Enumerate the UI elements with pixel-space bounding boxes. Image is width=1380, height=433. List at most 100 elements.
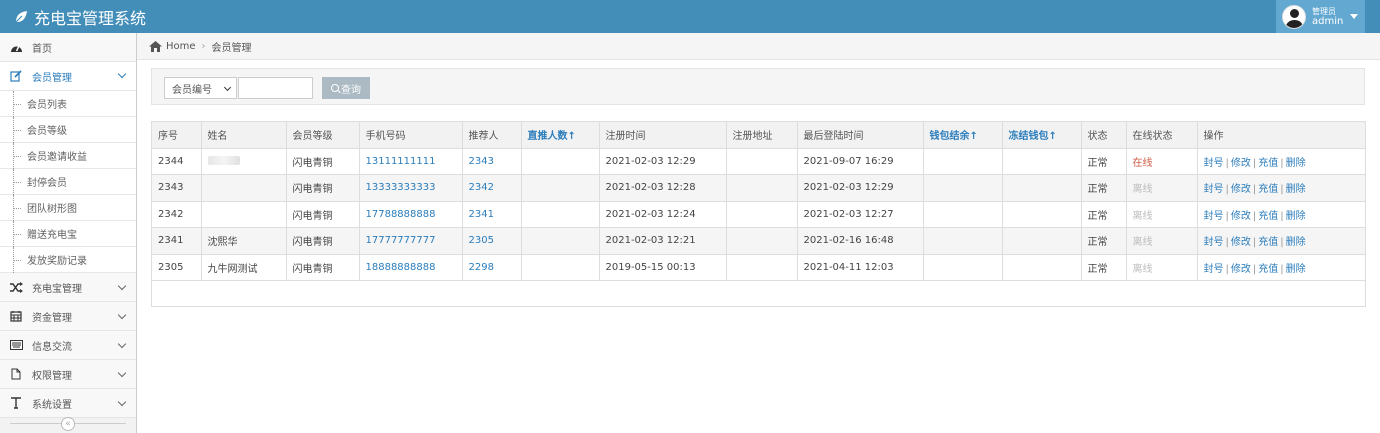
table-row: 2342 闪电青铜 17788888888 2341 2021-02-03 12…	[152, 201, 1365, 228]
double-chevron-left-icon[interactable]: «	[61, 417, 75, 431]
submenu-item-team-tree[interactable]: 团队树形图	[0, 195, 136, 221]
cell-online-status: 离线	[1126, 174, 1198, 202]
col-header-online-status: 在线状态	[1126, 122, 1198, 149]
app-title: 充电宝管理系统	[34, 8, 147, 28]
search-button[interactable]: 查询	[322, 77, 370, 99]
col-header-level: 会员等级	[286, 122, 360, 149]
cell-actions: 封号 | 修改 | 充值 | 删除	[1197, 174, 1365, 202]
edit-link[interactable]: 修改	[1231, 237, 1251, 248]
dashboard-icon	[9, 40, 23, 54]
breadcrumb-home[interactable]: Home	[166, 41, 196, 52]
submenu-item-invite-income[interactable]: 会员邀请收益	[0, 143, 136, 169]
col-header-frozen-wallet[interactable]: 冻结钱包↑	[1002, 122, 1082, 149]
cell-level: 闪电青铜	[286, 148, 360, 175]
cell-name: 沈熙华	[201, 227, 287, 255]
member-submenu: 会员列表 会员等级 会员邀请收益 封停会员 团队树形图 赠送充电宝 发放奖励记录	[0, 91, 136, 273]
col-header-direct-count[interactable]: 直推人数↑	[521, 122, 600, 149]
cell-phone-link[interactable]: 18888888888	[359, 254, 463, 281]
sidebar: 首页 会员管理 会员列表 会员等级 会员邀请收益 封停会员 团队树形图 赠送充电…	[0, 33, 137, 433]
cell-phone-link[interactable]: 13333333333	[359, 174, 463, 202]
edit-link[interactable]: 修改	[1231, 184, 1251, 195]
cell-phone-link[interactable]: 17777777777	[359, 227, 463, 255]
table-row: 2343 闪电青铜 13333333333 2342 2021-02-03 12…	[152, 174, 1365, 202]
edit-link[interactable]: 修改	[1231, 264, 1251, 275]
submenu-item-banned-members[interactable]: 封停会员	[0, 169, 136, 195]
submenu-item-member-level[interactable]: 会员等级	[0, 117, 136, 143]
recharge-link[interactable]: 充值	[1258, 264, 1278, 275]
ban-link[interactable]: 封号	[1204, 158, 1224, 169]
cell-id: 2341	[152, 227, 202, 255]
chevron-down-icon	[223, 83, 232, 92]
ban-link[interactable]: 封号	[1204, 184, 1224, 195]
sidebar-item-label: 会员管理	[32, 72, 72, 84]
edit-icon	[9, 69, 23, 83]
breadcrumb-separator: ›	[201, 40, 206, 52]
cell-level: 闪电青铜	[286, 227, 360, 255]
cell-register-address	[726, 254, 798, 281]
sidebar-item-permissions[interactable]: 权限管理	[0, 360, 136, 389]
submenu-item-gift-powerbank[interactable]: 赠送充电宝	[0, 221, 136, 247]
delete-link[interactable]: 删除	[1286, 158, 1306, 169]
chevron-down-icon	[117, 368, 127, 378]
chevron-down-icon	[117, 339, 127, 349]
chevron-down-icon	[117, 69, 127, 79]
cell-register-address	[726, 148, 798, 175]
sidebar-item-label: 资金管理	[32, 312, 72, 324]
sidebar-collapse: «	[0, 415, 136, 433]
cell-actions: 封号 | 修改 | 充值 | 删除	[1197, 148, 1365, 175]
cell-direct-count	[521, 148, 600, 175]
ban-link[interactable]: 封号	[1204, 211, 1224, 222]
cell-id: 2342	[152, 201, 202, 228]
sidebar-item-home[interactable]: 首页	[0, 33, 136, 62]
app-brand[interactable]: 充电宝管理系统	[14, 0, 146, 33]
cell-register-address	[726, 227, 798, 255]
cell-referrer-link[interactable]: 2341	[462, 201, 522, 228]
search-panel: 会员编号 查询	[151, 68, 1365, 105]
cell-online-status: 离线	[1126, 227, 1198, 255]
cell-last-login: 2021-02-03 12:27	[797, 201, 924, 228]
top-navbar: 充电宝管理系统 管理员 admin	[0, 0, 1380, 33]
ban-link[interactable]: 封号	[1204, 237, 1224, 248]
user-menu[interactable]: 管理员 admin	[1276, 0, 1365, 33]
delete-link[interactable]: 删除	[1286, 184, 1306, 195]
cell-referrer-link[interactable]: 2305	[462, 227, 522, 255]
leaf-icon	[14, 10, 27, 23]
recharge-link[interactable]: 充值	[1258, 237, 1278, 248]
cell-register-time: 2021-02-03 12:28	[599, 174, 727, 202]
cell-referrer-link[interactable]: 2298	[462, 254, 522, 281]
sidebar-item-settings[interactable]: 系统设置	[0, 389, 136, 418]
edit-link[interactable]: 修改	[1231, 211, 1251, 222]
sidebar-item-member[interactable]: 会员管理	[0, 62, 136, 91]
cell-register-address	[726, 201, 798, 228]
delete-link[interactable]: 删除	[1286, 237, 1306, 248]
search-field-select[interactable]: 会员编号	[164, 77, 237, 99]
cell-direct-count	[521, 254, 600, 281]
cell-referrer-link[interactable]: 2343	[462, 148, 522, 175]
sidebar-item-powerbank[interactable]: 充电宝管理	[0, 273, 136, 302]
col-header-last-login: 最后登陆时间	[797, 122, 924, 149]
col-header-wallet-balance[interactable]: 钱包结余↑	[923, 122, 1003, 149]
text-icon	[9, 396, 23, 410]
sidebar-item-funds[interactable]: 资金管理	[0, 302, 136, 331]
cell-name	[201, 148, 287, 175]
sidebar-item-messages[interactable]: 信息交流	[0, 331, 136, 360]
edit-link[interactable]: 修改	[1231, 158, 1251, 169]
recharge-link[interactable]: 充值	[1258, 211, 1278, 222]
caret-down-icon	[1350, 14, 1359, 19]
ban-link[interactable]: 封号	[1204, 264, 1224, 275]
search-input[interactable]	[238, 77, 313, 99]
cell-status: 正常	[1081, 174, 1127, 202]
sidebar-item-label: 首页	[32, 43, 52, 55]
file-icon	[9, 367, 23, 381]
delete-link[interactable]: 删除	[1286, 211, 1306, 222]
cell-phone-link[interactable]: 13111111111	[359, 148, 463, 175]
cell-phone-link[interactable]: 17788888888	[359, 201, 463, 228]
recharge-link[interactable]: 充值	[1258, 184, 1278, 195]
delete-link[interactable]: 删除	[1286, 264, 1306, 275]
chevron-down-icon	[117, 281, 127, 291]
cell-referrer-link[interactable]: 2342	[462, 174, 522, 202]
submenu-item-member-list[interactable]: 会员列表	[0, 91, 136, 117]
search-button-label: 查询	[341, 84, 361, 96]
recharge-link[interactable]: 充值	[1258, 158, 1278, 169]
submenu-item-reward-records[interactable]: 发放奖励记录	[0, 247, 136, 273]
